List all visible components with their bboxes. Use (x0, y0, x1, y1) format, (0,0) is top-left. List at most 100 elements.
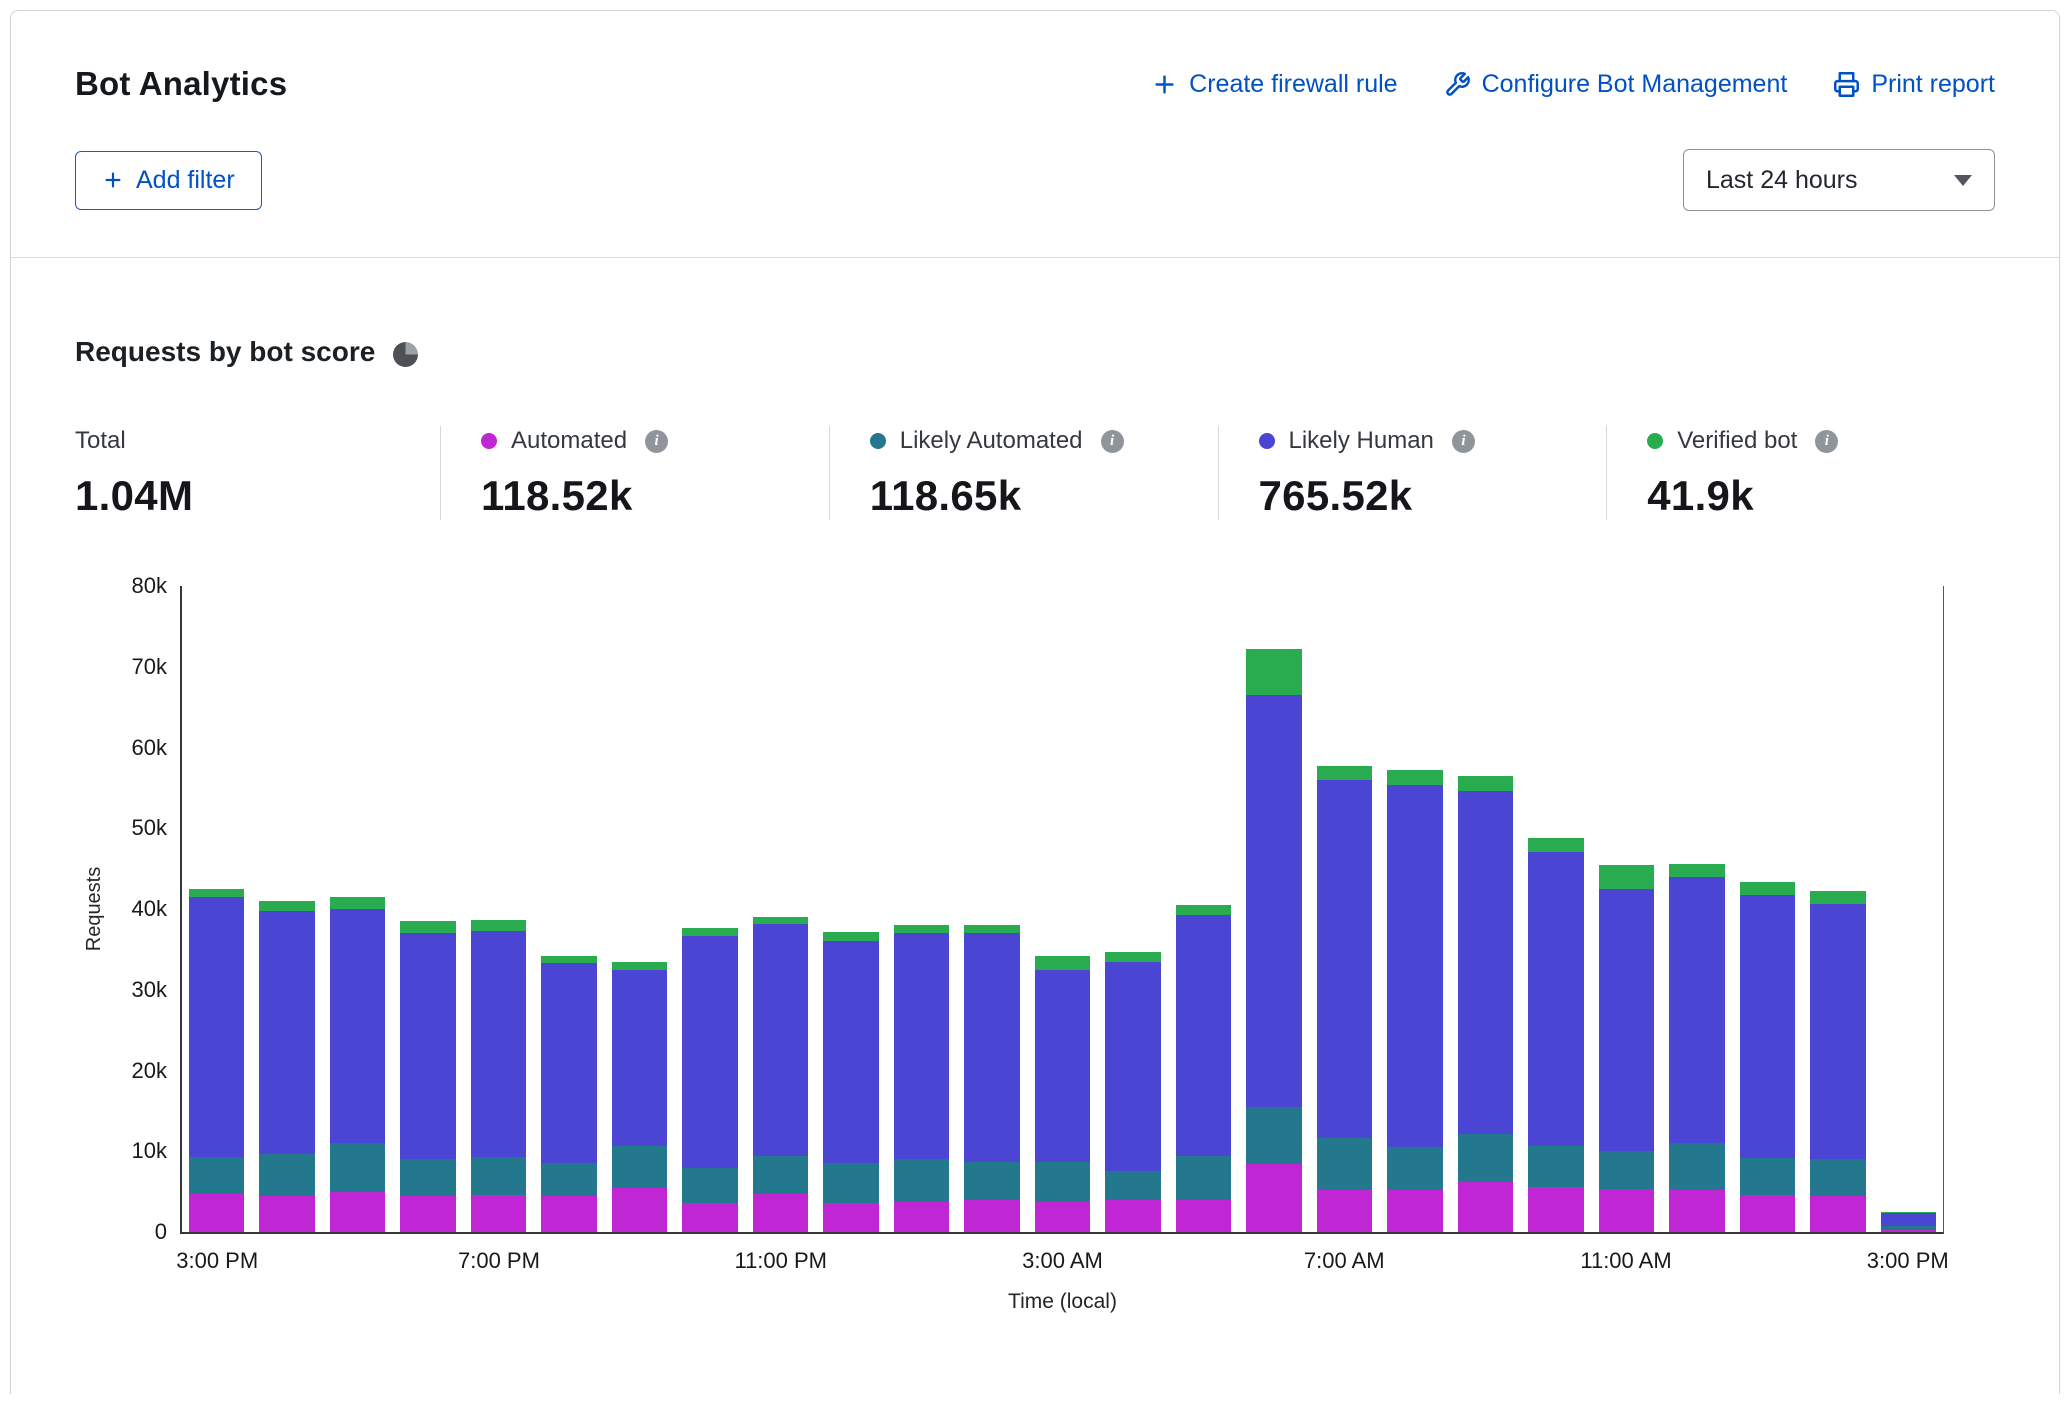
action-label: Print report (1871, 70, 1995, 99)
stat-value: 118.52k (481, 472, 809, 520)
bars-container (182, 586, 1943, 1232)
add-filter-button[interactable]: Add filter (75, 151, 262, 210)
bar-7[interactable] (682, 928, 737, 1232)
bar-3[interactable] (400, 921, 455, 1232)
requests-chart: Requests Time (local) 010k20k30k40k50k60… (75, 586, 1995, 1234)
bar-4[interactable] (471, 920, 526, 1232)
bar-segment (964, 933, 1019, 1162)
bar-segment (189, 897, 244, 1157)
bar-segment (1669, 864, 1724, 877)
bar-segment (541, 1163, 596, 1197)
add-filter-label: Add filter (136, 166, 235, 195)
bar-segment (1458, 776, 1513, 791)
bar-segment (612, 962, 667, 970)
bar-segment (259, 1154, 314, 1196)
printer-icon (1833, 71, 1860, 98)
bar-segment (894, 933, 949, 1159)
bar-21[interactable] (1669, 864, 1724, 1232)
bar-segment (753, 1194, 808, 1232)
info-icon[interactable] (1452, 430, 1475, 453)
plus-icon (1151, 71, 1178, 98)
bar-segment (682, 1168, 737, 1203)
bar-segment (1176, 1200, 1231, 1232)
bar-segment (1105, 1200, 1160, 1232)
bar-segment (612, 1188, 667, 1232)
bar-segment (1035, 1162, 1090, 1202)
bar-8[interactable] (753, 917, 808, 1232)
y-tick-label: 10k (132, 1138, 167, 1164)
y-tick-label: 0 (155, 1219, 167, 1245)
section-title: Requests by bot score (75, 336, 375, 368)
bar-segment (1599, 1151, 1654, 1189)
bar-11[interactable] (964, 925, 1019, 1232)
bar-segment (1458, 1134, 1513, 1182)
bar-segment (964, 1200, 1019, 1232)
card-header: Bot Analytics Create firewall rule Confi… (11, 11, 2059, 257)
bar-segment (400, 1196, 455, 1232)
bar-0[interactable] (189, 889, 244, 1232)
x-tick-label: 3:00 AM (1022, 1248, 1103, 1274)
bar-segment (1528, 852, 1583, 1146)
bar-15[interactable] (1246, 649, 1301, 1232)
bar-segment (400, 921, 455, 933)
print-report-link[interactable]: Print report (1833, 70, 1995, 99)
y-axis-title: Requests (83, 867, 106, 952)
bar-segment (1105, 952, 1160, 962)
stats-row: Total 1.04M Automated 118.52k Likely Aut… (75, 426, 1995, 520)
bar-12[interactable] (1035, 956, 1090, 1232)
create-firewall-rule-link[interactable]: Create firewall rule (1151, 70, 1397, 99)
bar-segment (1105, 1171, 1160, 1200)
bar-segment (894, 925, 949, 933)
bar-segment (1317, 766, 1372, 780)
bar-segment (1246, 1164, 1301, 1232)
bar-6[interactable] (612, 962, 667, 1232)
bar-segment (330, 909, 385, 1143)
wrench-icon (1444, 71, 1471, 98)
bar-segment (753, 917, 808, 924)
bar-9[interactable] (823, 932, 878, 1232)
stat-label: Verified bot (1677, 427, 1797, 455)
legend-dot-likely-automated (870, 433, 886, 449)
bar-segment (1881, 1213, 1936, 1227)
bar-18[interactable] (1458, 776, 1513, 1232)
info-icon[interactable] (1815, 430, 1838, 453)
bar-segment (682, 936, 737, 1168)
bar-24[interactable] (1881, 1212, 1936, 1232)
bar-segment (1176, 905, 1231, 915)
action-label: Configure Bot Management (1482, 70, 1788, 99)
time-range-select[interactable]: Last 24 hours (1683, 149, 1995, 211)
stat-likely-human: Likely Human 765.52k (1218, 426, 1607, 520)
configure-bot-management-link[interactable]: Configure Bot Management (1444, 70, 1788, 99)
bar-19[interactable] (1528, 838, 1583, 1232)
action-label: Create firewall rule (1189, 70, 1397, 99)
info-icon[interactable] (1101, 430, 1124, 453)
bar-23[interactable] (1810, 891, 1865, 1232)
bar-segment (1176, 915, 1231, 1156)
bar-17[interactable] (1387, 770, 1442, 1232)
bar-16[interactable] (1317, 766, 1372, 1232)
y-tick-label: 80k (132, 573, 167, 599)
bar-5[interactable] (541, 956, 596, 1232)
page-title: Bot Analytics (75, 65, 287, 103)
bar-20[interactable] (1599, 865, 1654, 1232)
stat-value: 41.9k (1647, 472, 1975, 520)
y-tick-label: 20k (132, 1058, 167, 1084)
chart-plot-area: Requests Time (local) 010k20k30k40k50k60… (180, 586, 1944, 1234)
bar-segment (1810, 1196, 1865, 1232)
bar-segment (259, 1196, 314, 1232)
time-range-value: Last 24 hours (1706, 166, 1858, 195)
bar-22[interactable] (1740, 882, 1795, 1232)
bar-segment (1528, 1146, 1583, 1186)
bar-segment (1387, 770, 1442, 785)
bar-13[interactable] (1105, 952, 1160, 1232)
bar-14[interactable] (1176, 905, 1231, 1232)
bar-1[interactable] (259, 901, 314, 1232)
bar-segment (1035, 1202, 1090, 1232)
bar-2[interactable] (330, 897, 385, 1232)
bar-segment (259, 911, 314, 1153)
bar-segment (1810, 891, 1865, 904)
bar-10[interactable] (894, 925, 949, 1232)
bar-segment (400, 933, 455, 1159)
plus-icon (102, 169, 124, 191)
info-icon[interactable] (645, 430, 668, 453)
